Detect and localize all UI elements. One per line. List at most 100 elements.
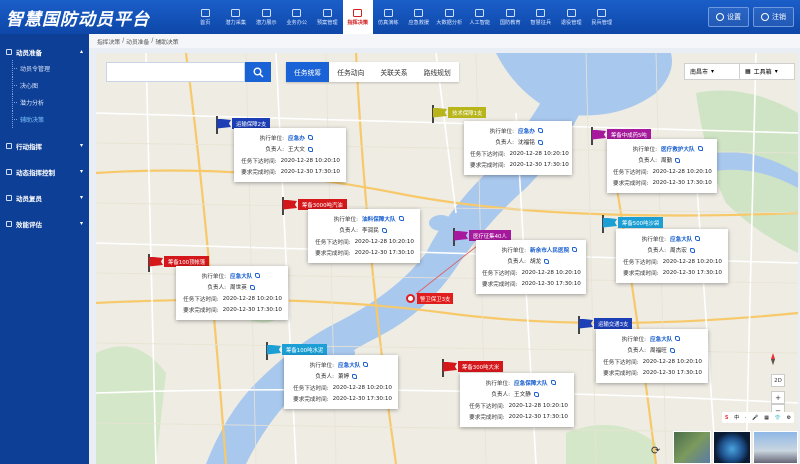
chevron-down-icon: ▾ xyxy=(711,68,715,75)
phone-icon[interactable] xyxy=(697,146,703,152)
phone-icon[interactable] xyxy=(255,273,261,279)
nav-item-command[interactable]: 指挥决策 xyxy=(342,0,373,34)
sidebar-item-analysis[interactable]: 潜力分析 xyxy=(0,94,89,111)
nav-item-militia[interactable]: 民兵管理 xyxy=(587,0,618,34)
home-icon xyxy=(200,8,210,17)
card-field-value: 2020-12-30 17:30:10 xyxy=(280,169,340,176)
guard-pin[interactable]: 警卫保卫3支 xyxy=(406,293,454,304)
card-field-value: 应急大队 xyxy=(670,236,693,243)
card-field-value: 周福旺 xyxy=(650,348,667,355)
task-info-card: 执行单位: 应急办 负责人: 王大文 任务下达时间: 2020-12-28 10:20:1… xyxy=(234,128,346,182)
phone-icon[interactable] xyxy=(695,236,701,242)
card-field-value: 医疗救护大队 xyxy=(661,146,695,153)
tab-task-overview[interactable]: 任务统筹 xyxy=(286,62,330,82)
nav-item-simulation[interactable]: 仿真演练 xyxy=(373,0,404,34)
nav-item-plan[interactable]: 预案管理 xyxy=(312,0,343,34)
phone-icon[interactable] xyxy=(550,380,556,386)
zoom-in-button[interactable]: + xyxy=(771,391,785,404)
phone-icon[interactable] xyxy=(307,146,313,152)
card-row: 执行单位: 应急大队 xyxy=(622,233,722,245)
map-view[interactable]: 任务统筹 任务动向 关联关系 路线规划 南昌市 ▾ ▦ 工具箱 ▾ 运输保障2支 执行单… xyxy=(96,53,798,464)
satellite-thumbnail[interactable] xyxy=(673,431,711,464)
nav-item-office[interactable]: 业务办公 xyxy=(282,0,313,34)
card-field-value: 2020-12-30 17:30:10 xyxy=(509,162,569,169)
phone-icon[interactable] xyxy=(669,347,675,353)
nav-item-display[interactable]: 潜力展示 xyxy=(251,0,282,34)
sidebar-section-action[interactable]: 行动指挥 ▾ xyxy=(0,128,89,154)
tab-route-planning[interactable]: 路线规划 xyxy=(416,62,459,82)
card-field-label: 负责人: xyxy=(638,158,657,165)
sidebar-section-demobilize[interactable]: 动员复员 ▾ xyxy=(0,180,89,206)
lang-icon[interactable]: 中 xyxy=(734,414,739,421)
streetview-thumbnail[interactable] xyxy=(753,431,798,464)
tab-relations[interactable]: 关联关系 xyxy=(372,62,415,82)
sidebar: 动员准备 ▴ 动员令管理 决心图 潜力分析 辅助决策 行动指挥 ▾ 动态指挥控制 ▾ … xyxy=(0,34,89,464)
search-icon xyxy=(253,67,264,78)
phone-icon[interactable] xyxy=(572,247,578,253)
compass-icon[interactable] xyxy=(767,353,779,365)
nav-item-collect[interactable]: 潜力采集 xyxy=(221,0,252,34)
sidebar-section-evaluate[interactable]: 效能评估 ▾ xyxy=(0,206,89,232)
phone-icon[interactable] xyxy=(675,336,681,342)
sidebar-section-control[interactable]: 动态指挥控制 ▾ xyxy=(0,154,89,180)
sidebar-item-resolution-map[interactable]: 决心图 xyxy=(0,77,89,94)
phone-icon[interactable] xyxy=(381,227,387,233)
skin-icon[interactable]: 👕 xyxy=(775,415,781,421)
section-icon xyxy=(6,48,12,55)
card-row: 执行单位: 医疗救护大队 xyxy=(613,143,711,155)
phone-icon[interactable] xyxy=(307,135,313,141)
nav-item-ai[interactable]: 人工智能 xyxy=(465,0,496,34)
task-flag-label: 筹备100吨水泥 xyxy=(282,344,328,355)
phone-icon[interactable] xyxy=(398,216,404,222)
task-flag[interactable]: 筹备100吨水泥 xyxy=(266,342,328,360)
city-select[interactable]: 南昌市 ▾ xyxy=(684,63,740,80)
refresh-icon[interactable]: ⟳ xyxy=(651,444,667,460)
sidebar-item-decision[interactable]: 辅助决策 xyxy=(0,111,89,128)
task-flag[interactable]: 技术保障1支 xyxy=(432,105,487,123)
phone-icon[interactable] xyxy=(533,391,539,397)
earth-thumbnail[interactable] xyxy=(713,431,751,464)
phone-icon[interactable] xyxy=(363,362,369,368)
sidebar-item-order[interactable]: 动员令管理 xyxy=(0,60,89,77)
nav-item-bigdata[interactable]: 大数据分析 xyxy=(434,0,465,34)
breadcrumb-item[interactable]: 动员准备 xyxy=(126,37,149,46)
search-button[interactable] xyxy=(245,62,271,82)
toolbox-select[interactable]: ▦ 工具箱 ▾ xyxy=(739,63,795,80)
phone-icon[interactable] xyxy=(675,157,681,163)
settings-button[interactable]: 设置 xyxy=(708,7,749,27)
settings-icon[interactable]: ⚙ xyxy=(787,415,791,421)
map-mode-toggle[interactable]: 2D xyxy=(771,374,785,387)
mic-icon[interactable]: 🎤 xyxy=(752,415,758,421)
nav-item-recruit[interactable]: 智慧征兵 xyxy=(526,0,557,34)
logout-button[interactable]: 注销 xyxy=(753,7,794,27)
phone-icon[interactable] xyxy=(544,258,550,264)
phone-icon[interactable] xyxy=(352,373,358,379)
task-flag-label: 筹备300吨大米 xyxy=(458,361,504,372)
card-field-value: 萧婷 xyxy=(338,374,350,381)
chevron-down-icon: ▾ xyxy=(79,142,83,149)
ai-icon xyxy=(475,8,485,17)
dot-icon[interactable]: · xyxy=(745,415,747,421)
breadcrumb-item[interactable]: 指挥决策 xyxy=(97,37,120,46)
phone-icon[interactable] xyxy=(249,284,255,290)
phone-icon[interactable] xyxy=(537,139,543,145)
location-pin-icon xyxy=(406,294,415,303)
card-field-label: 任务下达时间: xyxy=(603,359,639,366)
task-flag[interactable]: 运输交通3支 xyxy=(578,316,633,334)
nav-item-home[interactable]: 首页 xyxy=(190,0,221,34)
nav-item-rescue[interactable]: 应急救援 xyxy=(404,0,435,34)
phone-icon[interactable] xyxy=(689,247,695,253)
nav-item-education[interactable]: 国防教育 xyxy=(495,0,526,34)
sidebar-section-prepare[interactable]: 动员准备 ▴ xyxy=(0,34,89,60)
map-toolbar: S 中 · 🎤 ▦ 👕 ⚙ xyxy=(722,412,794,423)
task-flag[interactable]: 筹备300吨大米 xyxy=(442,359,504,377)
phone-icon[interactable] xyxy=(537,128,543,134)
flag-icon xyxy=(217,118,231,129)
section-icon xyxy=(6,220,12,227)
tab-task-trend[interactable]: 任务动向 xyxy=(329,62,372,82)
search-input[interactable] xyxy=(106,62,245,82)
task-flag[interactable]: 筹备500吨沙袋 xyxy=(602,215,664,233)
sogou-icon[interactable]: S xyxy=(725,415,729,421)
keyboard-icon[interactable]: ▦ xyxy=(764,415,769,421)
nav-item-veteran[interactable]: 退役管理 xyxy=(556,0,587,34)
